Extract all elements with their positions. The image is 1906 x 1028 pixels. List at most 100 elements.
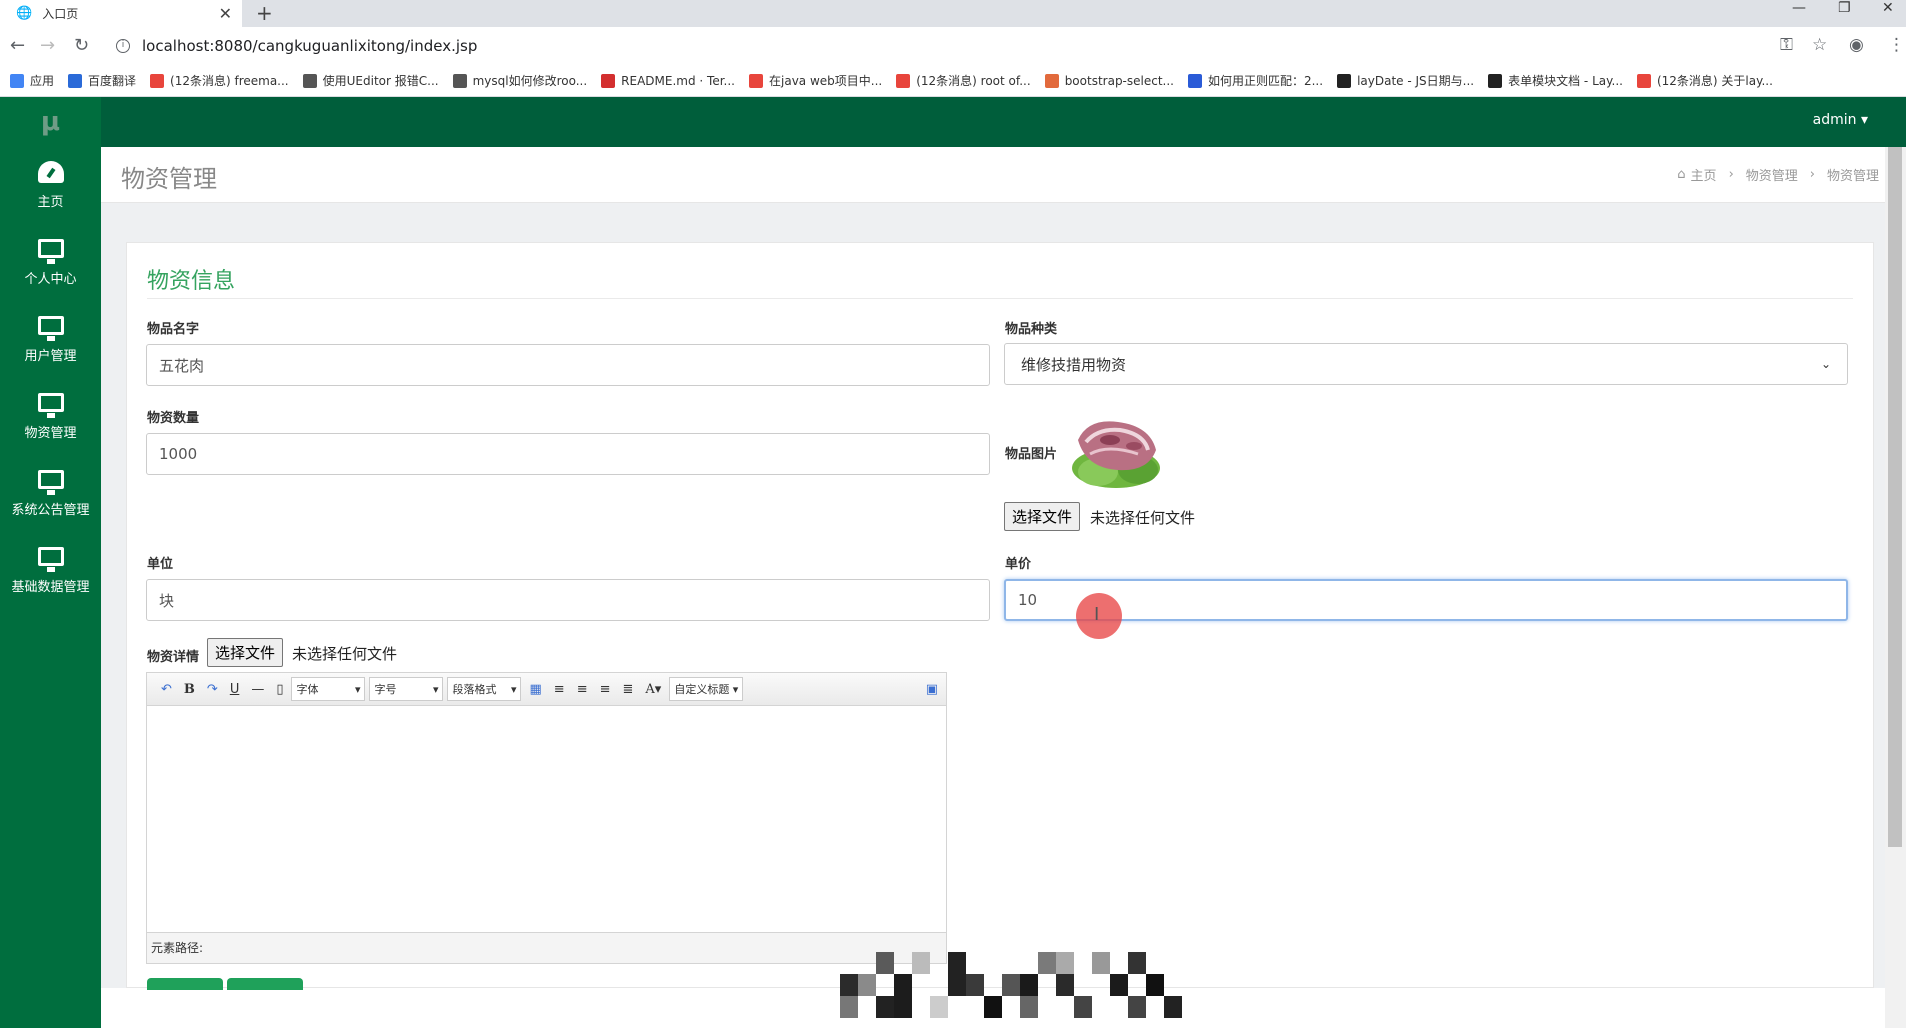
horizontal-rule-icon[interactable]: — [251, 682, 264, 697]
redo-icon[interactable]: ↷ [207, 682, 218, 697]
detail-file-button[interactable]: 选择文件 [207, 638, 284, 667]
bookmark-item[interactable]: README.md · Ter... [601, 73, 735, 88]
minimize-icon[interactable]: — [1792, 0, 1806, 16]
bookmark-item[interactable]: mysql如何修改roo... [452, 72, 587, 89]
bookmarks-bar: 应用 百度翻译 (12条消息) freema... 使用UEditor 报错C... m… [0, 65, 1906, 97]
category-select[interactable]: 维修技措用物资 ⌄ [1004, 343, 1848, 385]
image-file-button[interactable]: 选择文件 [1004, 502, 1081, 531]
sidebar-item[interactable]: 主页 [0, 147, 101, 224]
custom-heading-value: 自定义标题 [674, 683, 730, 696]
user-menu[interactable]: admin ▾ [1813, 112, 1868, 128]
bold-icon[interactable]: B [184, 682, 195, 697]
reload-icon[interactable]: ↻ [74, 35, 89, 56]
page-scrollbar[interactable] [1885, 147, 1906, 1028]
pixel-block [876, 952, 894, 974]
sidebar-item-label: 主页 [37, 195, 64, 210]
sidebar-item-label: 用户管理 [24, 348, 77, 364]
pixel-block [912, 952, 930, 974]
bookmark-favicon-icon [1337, 73, 1352, 88]
forward-icon[interactable]: → [40, 35, 55, 56]
name-input[interactable] [146, 344, 990, 386]
chevron-down-icon: ⌄ [1820, 357, 1831, 371]
sidebar-item[interactable]: 个人中心 [0, 224, 101, 301]
bookmark-favicon-icon [452, 73, 467, 88]
bookmark-favicon-icon [302, 73, 317, 88]
bookmark-label: 在java web项目中... [769, 74, 883, 88]
bookmark-favicon-icon [601, 73, 616, 88]
bookmark-favicon-icon [1488, 73, 1503, 88]
title-divider [147, 298, 1853, 299]
unit-label: 单位 [147, 557, 174, 572]
unit-input[interactable] [146, 579, 990, 621]
submit-button[interactable] [147, 978, 223, 990]
monitor-icon [37, 469, 64, 495]
sidebar-item[interactable]: 基础数据管理 [0, 532, 101, 609]
sidebar-item[interactable]: 用户管理 [0, 301, 101, 378]
text-cursor-icon: I [1094, 604, 1100, 625]
sidebar-item[interactable]: 物资管理 [0, 378, 101, 455]
pixel-block [858, 974, 876, 996]
bookmark-item[interactable]: 百度翻译 [68, 72, 136, 89]
rich-text-editor: ↶ B ↷ U — ▯ 字体 ▾ 字号 ▾ 段落格式 ▾ ▦ ≡ ≡ ≡ ≣ A▾ 自… [146, 672, 947, 964]
align-left-icon[interactable]: ≡ [554, 682, 565, 697]
bookmark-item[interactable]: 在java web项目中... [749, 72, 882, 89]
new-tab-icon[interactable]: + [256, 1, 273, 25]
bookmark-item[interactable]: 表单模块文档 - Lay... [1488, 72, 1623, 89]
quantity-input[interactable] [146, 433, 990, 475]
font-color-icon[interactable]: A▾ [645, 682, 661, 697]
bookmark-item[interactable]: layDate - JS日期与... [1337, 72, 1474, 89]
scrollbar-thumb[interactable] [1888, 147, 1902, 847]
page-icon[interactable]: ▯ [276, 682, 283, 697]
underline-icon[interactable]: U [230, 682, 240, 697]
bookmark-item[interactable]: (12条消息) freema... [150, 72, 289, 89]
bookmark-item[interactable]: 使用UEditor 报错C... [302, 72, 439, 89]
font-family-combo[interactable]: 字体 ▾ [291, 677, 366, 701]
font-size-combo[interactable]: 字号 ▾ [369, 677, 444, 701]
undo-icon[interactable]: ↶ [161, 682, 172, 697]
menu-icon[interactable]: ⋮ [1888, 35, 1905, 55]
sidebar-item[interactable]: 系统公告管理 [0, 455, 101, 532]
bookmark-item[interactable]: bootstrap-select... [1044, 73, 1174, 88]
caret-down-icon: ▾ [354, 682, 361, 696]
editor-body[interactable] [147, 706, 946, 932]
bookmark-item[interactable]: (12条消息) root of... [896, 72, 1031, 89]
align-right-icon[interactable]: ≡ [577, 682, 588, 697]
close-tab-icon[interactable]: ✕ [219, 4, 232, 23]
star-icon[interactable]: ☆ [1812, 35, 1827, 55]
paragraph-combo[interactable]: 段落格式 ▾ [447, 677, 522, 701]
bookmark-item[interactable]: 应用 [10, 72, 54, 89]
pixel-block [1056, 952, 1074, 974]
browser-tab[interactable]: 🌐 入口页 ✕ [0, 0, 242, 27]
bookmark-item[interactable]: (12条消息) 关于lay... [1636, 72, 1773, 89]
justify-icon[interactable]: ≣ [623, 682, 634, 697]
pixel-block [1110, 974, 1128, 996]
close-window-icon[interactable]: ✕ [1882, 0, 1894, 16]
caret-down-icon: ▾ [732, 682, 739, 696]
sidebar-item-label: 物资管理 [24, 425, 77, 441]
pixel-block [1038, 952, 1056, 974]
back-icon[interactable]: ← [10, 35, 25, 56]
custom-heading-combo[interactable]: 自定义标题 ▾ [669, 677, 744, 701]
align-center-icon[interactable]: ≡ [600, 682, 611, 697]
restore-icon[interactable]: ❐ [1838, 0, 1851, 16]
breadcrumb-home[interactable]: 主页 [1691, 165, 1717, 184]
bookmark-item[interactable]: 如何用正则匹配：2... [1187, 72, 1323, 89]
bookmark-favicon-icon [1187, 73, 1202, 88]
fullscreen-icon[interactable]: ▣ [926, 682, 938, 697]
table-icon[interactable]: ▦ [529, 682, 541, 697]
url-field[interactable]: i localhost:8080/cangkuguanlixitong/inde… [108, 31, 1868, 61]
key-icon[interactable]: ⚿ [1780, 35, 1793, 55]
pixel-block [1020, 974, 1038, 996]
bookmark-favicon-icon [1044, 73, 1059, 88]
sidebar-item-label: 个人中心 [24, 271, 77, 287]
profile-icon[interactable]: ◉ [1849, 35, 1864, 55]
bookmark-favicon-icon [896, 73, 911, 88]
info-icon[interactable]: i [116, 39, 130, 53]
page-title: 物资管理 [121, 165, 217, 193]
reset-button[interactable] [227, 978, 303, 990]
price-input[interactable] [1004, 579, 1848, 621]
breadcrumb-section[interactable]: 物资管理 [1746, 165, 1798, 184]
pixel-block [840, 974, 858, 996]
pixel-block [894, 996, 912, 1018]
detail-file-status: 未选择任何文件 [292, 645, 398, 663]
